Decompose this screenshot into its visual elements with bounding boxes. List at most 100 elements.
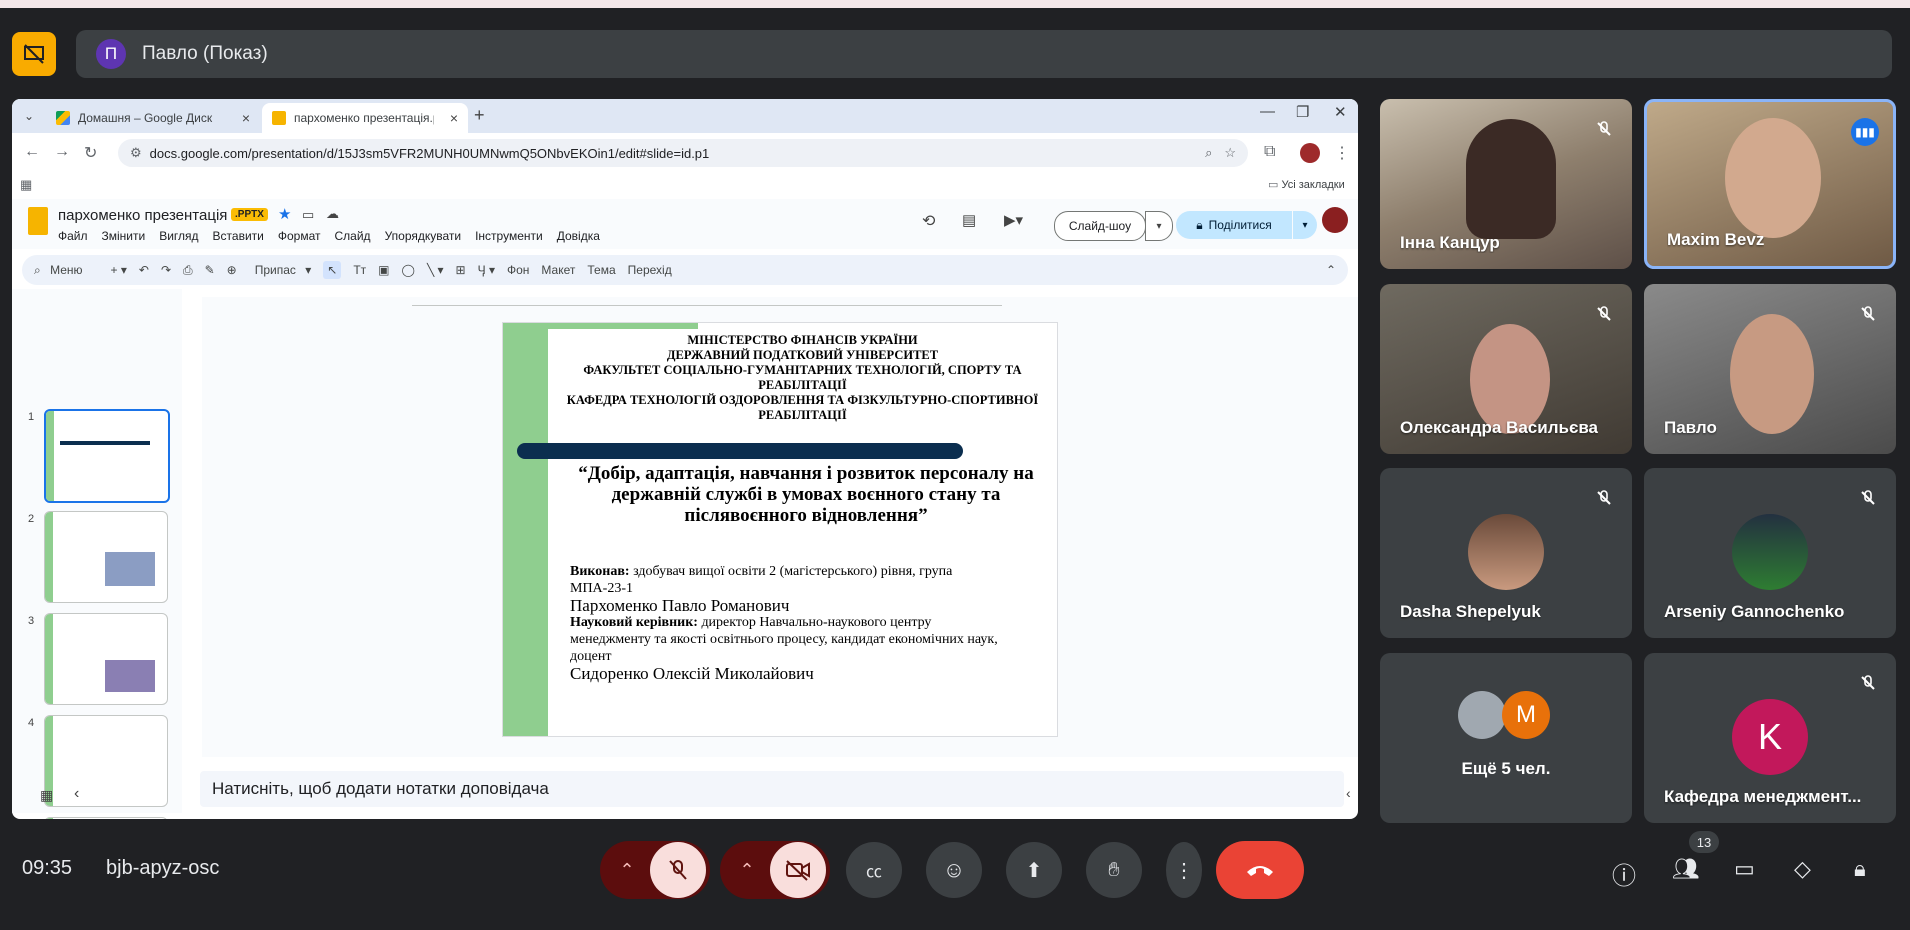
menu-insert[interactable]: Вставити: [213, 229, 264, 243]
browser-menu-icon[interactable]: ⋮: [1334, 143, 1350, 163]
select-tool-icon[interactable]: ↖: [323, 261, 342, 279]
chat-icon[interactable]: ▭: [1734, 856, 1755, 882]
participant-tile-3[interactable]: Олександра Васильєва: [1380, 284, 1632, 454]
meeting-info-icon[interactable]: ⓘ: [1612, 856, 1636, 891]
participant-name: Інна Канцур: [1400, 233, 1500, 252]
redo-icon[interactable]: ↷: [161, 263, 171, 277]
history-icon[interactable]: ⟲: [922, 211, 935, 231]
search-menus[interactable]: ⌕ Меню: [34, 263, 89, 278]
comments-icon[interactable]: ▤: [962, 211, 976, 229]
print-icon[interactable]: ⎙: [183, 263, 193, 278]
apps-grid-icon[interactable]: ▦: [20, 177, 32, 193]
menu-file[interactable]: Файл: [58, 229, 88, 243]
menu-help[interactable]: Довідка: [557, 229, 600, 243]
forward-icon[interactable]: →: [54, 143, 70, 161]
raise-hand-button[interactable]: ✋︎: [1086, 842, 1142, 898]
captions-button[interactable]: ㏄: [846, 842, 902, 898]
meet-icon[interactable]: ▶▾: [1004, 211, 1023, 229]
star-icon[interactable]: ★: [278, 205, 291, 223]
slides-logo-icon[interactable]: [28, 207, 48, 235]
participant-tile-4[interactable]: Павло: [1644, 284, 1896, 454]
theme-button[interactable]: Тема: [587, 263, 615, 277]
participant-tile-more[interactable]: M Ещё 5 чел.: [1380, 653, 1632, 823]
new-slide-button[interactable]: + ▾: [111, 263, 127, 277]
menu-tools[interactable]: Інструменти: [475, 229, 543, 243]
activities-icon[interactable]: ◇: [1794, 856, 1811, 882]
header-line: ДЕРЖАВНИЙ ПОДАТКОВИЙ УНІВЕРСИТЕТ: [666, 348, 939, 362]
line-icon[interactable]: ╲ ▾: [427, 263, 444, 277]
restore-icon[interactable]: ❐: [1296, 103, 1309, 121]
share-button[interactable]: 🔒︎ Поділитися: [1176, 211, 1292, 239]
menu-arrange[interactable]: Упорядкувати: [385, 229, 462, 243]
avatar: [1732, 514, 1808, 590]
tab-slides[interactable]: пархоменко презентація.pptx ×: [262, 103, 468, 133]
close-icon[interactable]: ×: [450, 110, 458, 126]
profile-avatar[interactable]: [1300, 143, 1320, 163]
slide-thumbnail-1[interactable]: [44, 409, 170, 503]
minimize-icon[interactable]: —: [1260, 103, 1275, 120]
undo-icon[interactable]: ↶: [139, 263, 149, 277]
reload-icon[interactable]: ↻: [84, 143, 97, 163]
address-row: ← → ↻ ⚙ docs.google.com/presentation/d/1…: [12, 133, 1358, 173]
mic-off-icon: [1854, 484, 1882, 512]
present-button[interactable]: ⬆: [1006, 842, 1062, 898]
slide-thumbnail-2[interactable]: [44, 511, 168, 603]
zoom-icon[interactable]: ⊕: [227, 263, 237, 277]
current-slide[interactable]: МІНІСТЕРСТВО ФІНАНСІВ УКРАЇНИ ДЕРЖАВНИЙ …: [503, 323, 1057, 736]
collapse-toolbar-icon[interactable]: ⌃: [1326, 263, 1336, 277]
people-icon[interactable]: 👥︎: [1672, 856, 1700, 882]
comment-add-icon[interactable]: ⊞: [456, 263, 466, 277]
slideshow-options-button[interactable]: ▾: [1145, 211, 1173, 241]
slide-thumbnail-5[interactable]: [44, 817, 168, 819]
grid-view-icon[interactable]: ▦: [40, 787, 53, 804]
camera-toggle-button[interactable]: [770, 842, 826, 898]
bookmark-star-icon[interactable]: ☆: [1224, 145, 1236, 161]
document-title[interactable]: пархоменко презентація: [58, 207, 227, 224]
zoom-icon[interactable]: ⌕: [1205, 145, 1212, 161]
expand-panel-icon[interactable]: ‹: [1346, 785, 1351, 801]
participant-tile-1[interactable]: Інна Канцур: [1380, 99, 1632, 269]
menu-format[interactable]: Формат: [278, 229, 321, 243]
layout-button[interactable]: Макет: [541, 263, 575, 277]
shape-icon[interactable]: ◯: [402, 263, 415, 277]
tab-list-icon[interactable]: ⌄: [24, 109, 34, 123]
window-close-icon[interactable]: ✕: [1334, 103, 1347, 121]
close-icon[interactable]: ×: [242, 110, 250, 126]
paint-format-icon[interactable]: ✎: [205, 263, 215, 277]
background-button[interactable]: Фон: [507, 263, 529, 277]
host-controls-icon[interactable]: 🔒︎: [1854, 856, 1866, 882]
stop-presenting-button[interactable]: [12, 32, 56, 76]
slide-thumbnail-3[interactable]: [44, 613, 168, 705]
menu-slide[interactable]: Слайд: [335, 229, 371, 243]
address-bar[interactable]: ⚙ docs.google.com/presentation/d/15J3sm5…: [118, 139, 1248, 167]
transition-button[interactable]: Перехід: [628, 263, 672, 277]
all-bookmarks[interactable]: ▭ Усі закладки: [1268, 178, 1345, 191]
move-folder-icon[interactable]: ▭: [302, 207, 314, 223]
zoom-select[interactable]: Припас ▾: [249, 263, 312, 277]
menu-edit[interactable]: Змінити: [102, 229, 146, 243]
input-tools-icon[interactable]: Ӌ ▾: [478, 263, 495, 277]
reactions-button[interactable]: ☺: [926, 842, 982, 898]
back-icon[interactable]: ←: [24, 143, 40, 161]
image-icon[interactable]: ▣: [378, 263, 389, 277]
speaker-notes[interactable]: Натисніть, щоб додати нотатки доповідача: [200, 771, 1344, 807]
slide-thumbnail-4[interactable]: [44, 715, 168, 807]
text-box-icon[interactable]: Tт: [353, 263, 366, 277]
slideshow-button[interactable]: Слайд-шоу: [1054, 211, 1146, 241]
leave-call-button[interactable]: [1216, 841, 1304, 899]
camera-options-button[interactable]: ⌃: [724, 860, 770, 881]
more-options-button[interactable]: ⋮: [1166, 842, 1202, 898]
site-info-icon[interactable]: ⚙: [130, 145, 142, 161]
participant-tile-5[interactable]: Dasha Shepelyuk: [1380, 468, 1632, 638]
mic-toggle-button[interactable]: [650, 842, 706, 898]
mic-options-button[interactable]: ⌃: [604, 860, 650, 881]
participant-tile-2[interactable]: ▮▮▮ Maxim Bevz: [1644, 99, 1896, 269]
collapse-filmstrip-icon[interactable]: ‹: [74, 785, 79, 803]
tab-google-drive[interactable]: Домашня – Google Диск ×: [46, 103, 260, 133]
new-tab-button[interactable]: +: [474, 105, 485, 126]
menu-view[interactable]: Вигляд: [159, 229, 198, 243]
extensions-icon[interactable]: ⧉: [1264, 143, 1275, 161]
user-avatar[interactable]: [1322, 207, 1348, 233]
participant-tile-8[interactable]: K Кафедра менеджмент...: [1644, 653, 1896, 823]
participant-tile-6[interactable]: Arseniy Gannochenko: [1644, 468, 1896, 638]
